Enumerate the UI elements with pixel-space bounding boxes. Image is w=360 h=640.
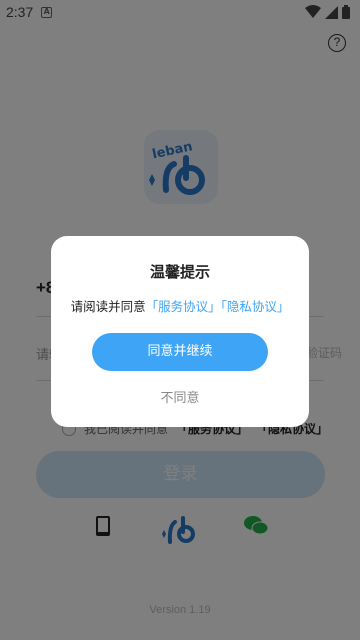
dialog-message: 请阅读并同意「服务协议」「隐私协议」: [51, 296, 309, 315]
signal-icon: [325, 5, 338, 19]
wifi-icon: [305, 5, 321, 18]
status-icons: [305, 5, 350, 19]
battery-icon: [342, 5, 350, 19]
notification-icon: A: [41, 6, 53, 18]
agreement-dialog: 温馨提示 请阅读并同意「服务协议」「隐私协议」 同意并继续 不同意: [51, 236, 309, 427]
privacy-agreement-link[interactable]: 「隐私协议」: [221, 299, 290, 314]
service-agreement-link[interactable]: 「服务协议」: [146, 299, 221, 314]
disagree-button[interactable]: 不同意: [51, 387, 309, 406]
agree-continue-button[interactable]: 同意并继续: [92, 333, 268, 371]
status-time: 2:37: [6, 4, 34, 20]
dialog-message-prefix: 请阅读并同意: [70, 299, 146, 314]
status-bar: 2:37 A: [0, 0, 360, 24]
dialog-title: 温馨提示: [149, 263, 210, 281]
